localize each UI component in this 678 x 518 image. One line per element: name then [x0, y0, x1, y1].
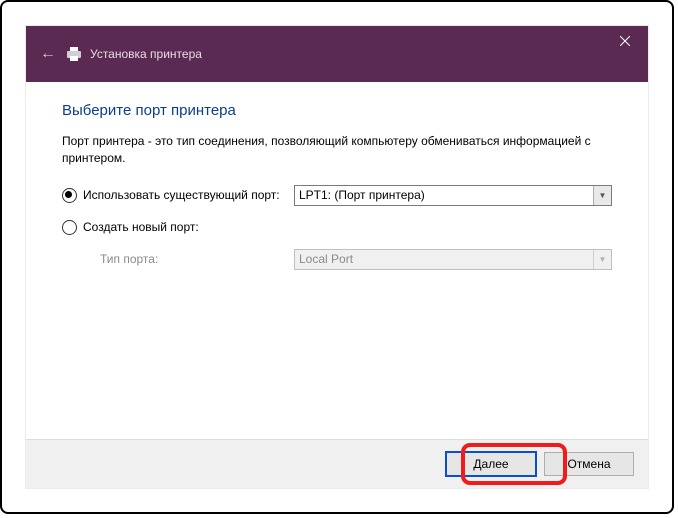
radio-new-port-label: Создать новый порт:: [83, 220, 199, 234]
port-type-row: Тип порта: Local Port ▼: [62, 249, 612, 270]
existing-port-value: LPT1: (Порт принтера): [299, 188, 425, 202]
port-type-dropdown: Local Port ▼: [294, 249, 612, 270]
radio-new-port[interactable]: [62, 220, 77, 235]
add-printer-wizard: ← Установка принтера Выберите порт принт…: [26, 26, 648, 488]
close-button[interactable]: [602, 26, 648, 56]
cancel-button[interactable]: Отмена: [544, 452, 634, 476]
printer-icon: [66, 47, 82, 61]
titlebar: ← Установка принтера: [26, 26, 648, 82]
chevron-down-icon: ▼: [593, 186, 611, 205]
back-icon[interactable]: ←: [40, 45, 56, 63]
existing-port-dropdown[interactable]: LPT1: (Порт принтера) ▼: [294, 185, 612, 206]
page-description: Порт принтера - это тип соединения, позв…: [62, 133, 612, 167]
option-new-port-row: Создать новый порт:: [62, 220, 612, 235]
next-button[interactable]: Далее: [445, 451, 537, 477]
option-existing-port-row: Использовать существующий порт: LPT1: (П…: [62, 185, 612, 206]
page-heading: Выберите порт принтера: [62, 102, 612, 119]
radio-existing-port-label: Использовать существующий порт:: [83, 188, 280, 202]
radio-existing-port[interactable]: [62, 188, 77, 203]
wizard-footer: Далее Отмена: [26, 439, 648, 488]
port-type-label: Тип порта:: [100, 252, 294, 266]
chevron-down-icon: ▼: [593, 250, 611, 269]
port-type-value: Local Port: [299, 252, 353, 266]
wizard-content: Выберите порт принтера Порт принтера - э…: [26, 82, 648, 439]
window-title: Установка принтера: [90, 47, 202, 61]
